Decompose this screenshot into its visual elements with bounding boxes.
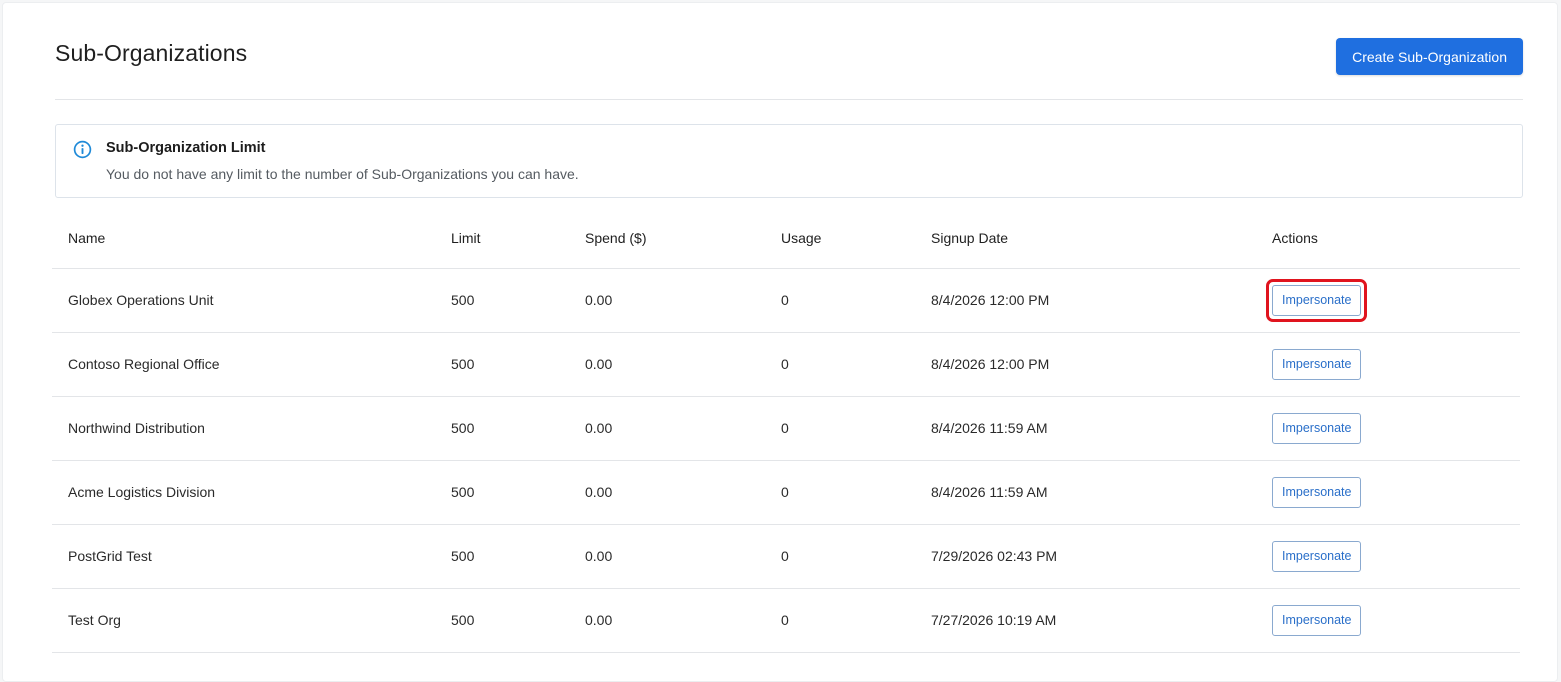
cell-name: Test Org: [52, 588, 435, 653]
table-row: Northwind Distribution 500 0.00 0 8/4/20…: [52, 396, 1520, 461]
cell-usage: 0: [765, 396, 915, 461]
cell-limit: 500: [435, 460, 569, 525]
impersonate-button[interactable]: Impersonate: [1272, 284, 1362, 316]
column-header-spend: Spend ($): [569, 208, 765, 269]
cell-usage: 0: [765, 588, 915, 653]
cell-spend: 0.00: [569, 268, 765, 333]
impersonate-button[interactable]: Impersonate: [1272, 348, 1362, 380]
cell-spend: 0.00: [569, 588, 765, 653]
page-title: Sub-Organizations: [55, 40, 248, 66]
cell-signup-date: 8/4/2026 11:59 AM: [915, 460, 1256, 525]
cell-usage: 0: [765, 524, 915, 589]
cell-actions: Impersonate: [1256, 460, 1520, 525]
cell-spend: 0.00: [569, 332, 765, 397]
cell-actions: Impersonate: [1256, 524, 1520, 589]
highlight-box: Impersonate: [1265, 278, 1368, 322]
sub-organizations-table: Name Limit Spend ($) Usage Signup Date A…: [52, 208, 1520, 653]
info-icon: [73, 140, 92, 159]
cell-actions: Impersonate: [1256, 268, 1520, 333]
cell-signup-date: 7/29/2026 02:43 PM: [915, 524, 1256, 589]
column-header-usage: Usage: [765, 208, 915, 269]
cell-name: PostGrid Test: [52, 524, 435, 589]
column-header-actions: Actions: [1256, 208, 1520, 269]
cell-spend: 0.00: [569, 460, 765, 525]
cell-spend: 0.00: [569, 524, 765, 589]
impersonate-button[interactable]: Impersonate: [1272, 604, 1362, 636]
page-header: Sub-Organizations Create Sub-Organizatio…: [55, 3, 1523, 100]
table-row: Test Org 500 0.00 0 7/27/2026 10:19 AM I…: [52, 588, 1520, 653]
create-sub-organization-button[interactable]: Create Sub-Organization: [1336, 38, 1523, 75]
cell-limit: 500: [435, 332, 569, 397]
table-row: Acme Logistics Division 500 0.00 0 8/4/2…: [52, 460, 1520, 525]
cell-signup-date: 8/4/2026 11:59 AM: [915, 396, 1256, 461]
cell-name: Acme Logistics Division: [52, 460, 435, 525]
cell-name: Contoso Regional Office: [52, 332, 435, 397]
cell-actions: Impersonate: [1256, 396, 1520, 461]
table-row: Globex Operations Unit 500 0.00 0 8/4/20…: [52, 268, 1520, 333]
cell-usage: 0: [765, 268, 915, 333]
impersonate-button[interactable]: Impersonate: [1272, 476, 1362, 508]
limit-info-alert: Sub-Organization Limit You do not have a…: [55, 124, 1523, 198]
table-row: Contoso Regional Office 500 0.00 0 8/4/2…: [52, 332, 1520, 397]
impersonate-button[interactable]: Impersonate: [1272, 412, 1362, 444]
cell-limit: 500: [435, 588, 569, 653]
column-header-limit: Limit: [435, 208, 569, 269]
cell-limit: 500: [435, 268, 569, 333]
column-header-name: Name: [52, 208, 435, 269]
cell-name: Globex Operations Unit: [52, 268, 435, 333]
table-row: PostGrid Test 500 0.00 0 7/29/2026 02:43…: [52, 524, 1520, 589]
alert-message: You do not have any limit to the number …: [106, 166, 579, 182]
cell-limit: 500: [435, 396, 569, 461]
cell-signup-date: 8/4/2026 12:00 PM: [915, 268, 1256, 333]
cell-signup-date: 7/27/2026 10:19 AM: [915, 588, 1256, 653]
alert-title: Sub-Organization Limit: [106, 140, 266, 156]
cell-actions: Impersonate: [1256, 332, 1520, 397]
column-header-signup-date: Signup Date: [915, 208, 1256, 269]
impersonate-button[interactable]: Impersonate: [1272, 540, 1362, 572]
cell-usage: 0: [765, 332, 915, 397]
cell-name: Northwind Distribution: [52, 396, 435, 461]
cell-signup-date: 8/4/2026 12:00 PM: [915, 332, 1256, 397]
cell-spend: 0.00: [569, 396, 765, 461]
table-header-row: Name Limit Spend ($) Usage Signup Date A…: [52, 208, 1520, 269]
cell-actions: Impersonate: [1256, 588, 1520, 653]
cell-limit: 500: [435, 524, 569, 589]
cell-usage: 0: [765, 460, 915, 525]
